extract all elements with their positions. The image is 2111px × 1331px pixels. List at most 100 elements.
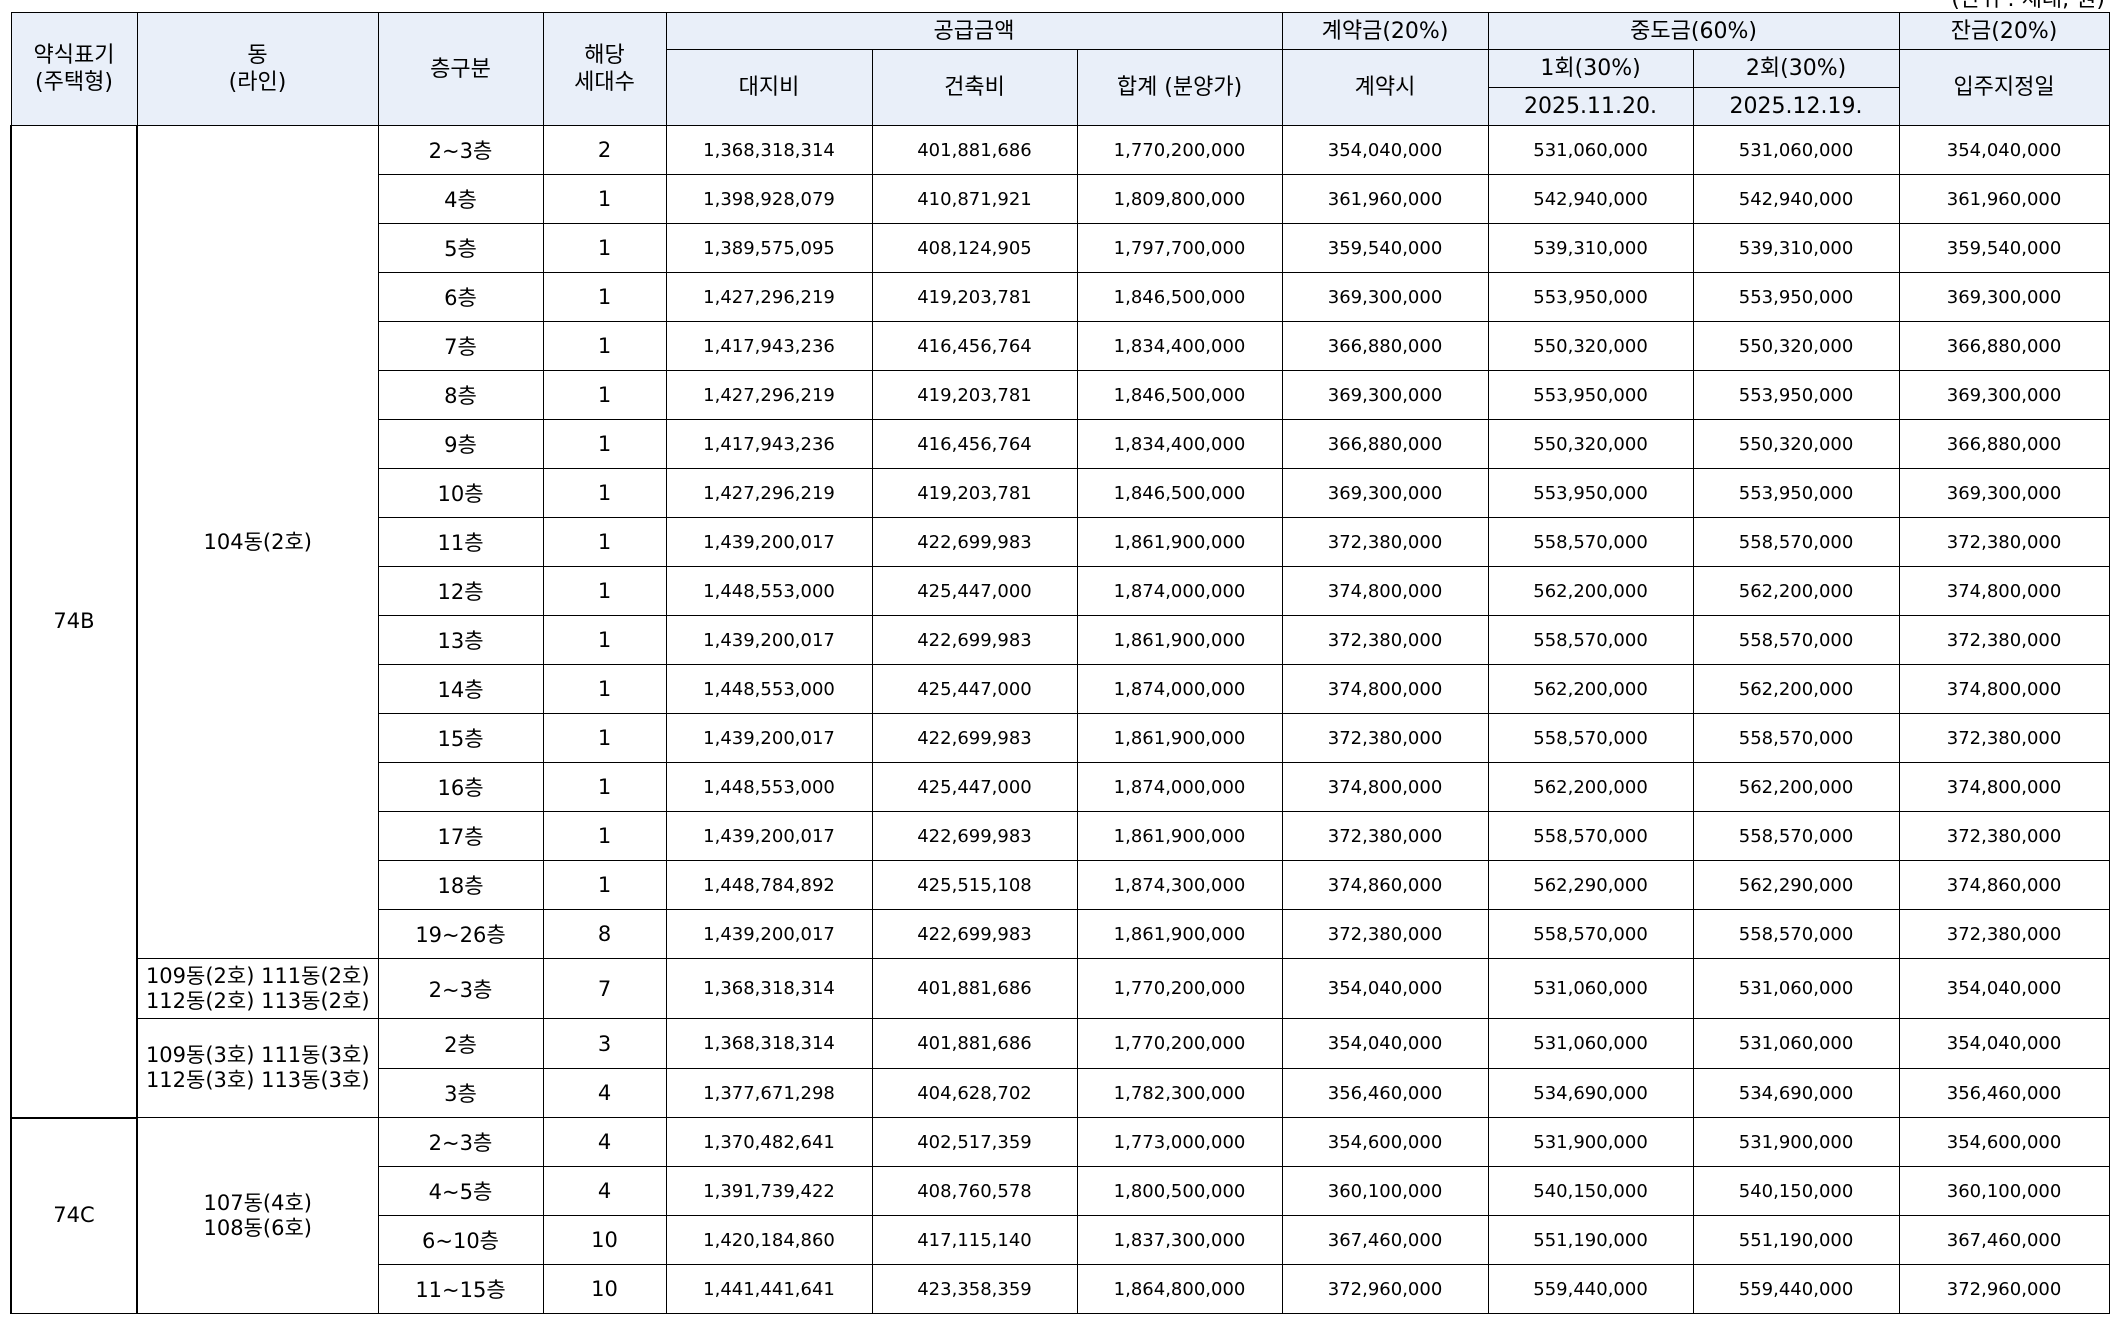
total-cell: 1,846,500,000 <box>1076 370 1283 420</box>
floor-cell: 17층 <box>377 811 544 861</box>
land-cell: 1,439,200,017 <box>665 811 873 861</box>
table-row: 74B 104동(2호) 2~3층 2 1,368,318,314 401,881,686… <box>10 125 2110 1118</box>
balance-cell: 354,040,000 <box>1898 1018 2110 1069</box>
table-row: 109동(3호) 111동(3호) 112동(3호) 113동(3호) 2층 3 1,… <box>11 1018 2110 1118</box>
header-type: 약식표기 (주택형) <box>10 12 138 126</box>
interim1-cell: 562,200,000 <box>1487 762 1694 812</box>
balance-cell: 372,380,000 <box>1898 909 2110 959</box>
interim2-cell: 542,940,000 <box>1692 174 1900 224</box>
household-count-cell: 1 <box>542 321 667 371</box>
building-cell: 422,699,983 <box>871 811 1078 861</box>
land-cell: 1,439,200,017 <box>665 517 873 567</box>
header-interim-2: 2회(30%) <box>1692 49 1900 88</box>
header-deposit-sub: 계약시 <box>1281 49 1489 126</box>
balance-cell: 372,380,000 <box>1898 811 2110 861</box>
total-cell: 1,846,500,000 <box>1076 468 1283 518</box>
interim1-cell: 542,940,000 <box>1487 174 1694 224</box>
building-cell: 419,203,781 <box>871 272 1078 322</box>
total-cell: 1,770,200,000 <box>1076 958 1283 1019</box>
floor-cell: 7층 <box>377 321 544 371</box>
household-count-cell: 1 <box>542 468 667 518</box>
household-count-cell: 4 <box>542 1166 667 1216</box>
building-cell: 425,447,000 <box>871 566 1078 616</box>
interim2-cell: 558,570,000 <box>1692 615 1900 665</box>
land-cell: 1,377,671,298 <box>665 1068 873 1118</box>
total-cell: 1,861,900,000 <box>1076 811 1283 861</box>
household-count-cell: 3 <box>542 1018 667 1069</box>
type-cell: 74C <box>10 1116 138 1314</box>
interim2-cell: 531,060,000 <box>1692 125 1900 175</box>
balance-cell: 354,600,000 <box>1898 1117 2110 1167</box>
building-cell: 417,115,140 <box>871 1215 1078 1265</box>
interim1-cell: 558,570,000 <box>1487 811 1694 861</box>
land-cell: 1,448,553,000 <box>665 664 873 714</box>
deposit-cell: 372,380,000 <box>1281 615 1489 665</box>
building-cell: 423,358,359 <box>871 1264 1078 1314</box>
land-cell: 1,427,296,219 <box>665 272 873 322</box>
total-cell: 1,861,900,000 <box>1076 517 1283 567</box>
household-count-cell: 1 <box>542 370 667 420</box>
interim2-cell: 550,320,000 <box>1692 321 1900 371</box>
floor-cell: 2~3층 <box>377 125 544 175</box>
deposit-cell: 366,880,000 <box>1281 419 1489 469</box>
deposit-cell: 354,040,000 <box>1281 125 1489 175</box>
total-cell: 1,846,500,000 <box>1076 272 1283 322</box>
table-row: 109동(2호) 111동(2호) 112동(2호) 113동(2호) 2~3층 7… <box>11 958 2110 1019</box>
total-cell: 1,834,400,000 <box>1076 419 1283 469</box>
interim1-cell: 551,190,000 <box>1487 1215 1694 1265</box>
interim1-cell: 540,150,000 <box>1487 1166 1694 1216</box>
floor-cell: 10층 <box>377 468 544 518</box>
interim1-cell: 558,570,000 <box>1487 909 1694 959</box>
building-cell: 404,628,702 <box>871 1068 1078 1118</box>
household-count-cell: 1 <box>542 174 667 224</box>
land-cell: 1,368,318,314 <box>665 1018 873 1069</box>
interim1-cell: 531,060,000 <box>1487 958 1694 1019</box>
balance-cell: 366,880,000 <box>1898 419 2110 469</box>
interim2-cell: 553,950,000 <box>1692 370 1900 420</box>
balance-cell: 369,300,000 <box>1898 468 2110 518</box>
deposit-cell: 374,860,000 <box>1281 860 1489 910</box>
building-cell: 402,517,359 <box>871 1117 1078 1167</box>
floor-cell: 2~3층 <box>377 958 544 1019</box>
household-count-cell: 1 <box>542 272 667 322</box>
deposit-cell: 359,540,000 <box>1281 223 1489 273</box>
header-building: 건축비 <box>871 49 1078 126</box>
interim2-cell: 558,570,000 <box>1692 713 1900 763</box>
household-count-cell: 1 <box>542 664 667 714</box>
household-count-cell: 1 <box>542 762 667 812</box>
total-cell: 1,770,200,000 <box>1076 125 1283 175</box>
deposit-cell: 372,380,000 <box>1281 909 1489 959</box>
household-count-cell: 10 <box>542 1264 667 1314</box>
building-cell: 408,760,578 <box>871 1166 1078 1216</box>
interim1-cell: 531,060,000 <box>1487 1018 1694 1069</box>
interim1-cell: 531,900,000 <box>1487 1117 1694 1167</box>
balance-cell: 374,860,000 <box>1898 860 2110 910</box>
header-interim-2-date: 2025.12.19. <box>1692 87 1900 126</box>
land-cell: 1,439,200,017 <box>665 615 873 665</box>
floor-cell: 2층 <box>377 1018 544 1069</box>
total-cell: 1,864,800,000 <box>1076 1264 1283 1314</box>
balance-cell: 367,460,000 <box>1898 1215 2110 1265</box>
supply-price-table: 약식표기 (주택형) 동 (라인) 층구분 해당 세대수 공급금액 계약금(20… <box>10 12 2110 1314</box>
interim2-cell: 562,200,000 <box>1692 762 1900 812</box>
balance-cell: 372,380,000 <box>1898 713 2110 763</box>
balance-cell: 359,540,000 <box>1898 223 2110 273</box>
interim2-cell: 559,440,000 <box>1692 1264 1900 1314</box>
dong-cell: 109동(2호) 111동(2호) 112동(2호) 113동(2호) <box>136 958 379 1019</box>
total-cell: 1,874,000,000 <box>1076 664 1283 714</box>
land-cell: 1,420,184,860 <box>665 1215 873 1265</box>
header-balance-sub: 입주지정일 <box>1898 49 2110 126</box>
floor-cell: 15층 <box>377 713 544 763</box>
interim2-cell: 540,150,000 <box>1692 1166 1900 1216</box>
building-cell: 425,447,000 <box>871 762 1078 812</box>
land-cell: 1,391,739,422 <box>665 1166 873 1216</box>
floor-cell: 6~10층 <box>377 1215 544 1265</box>
household-count-cell: 1 <box>542 713 667 763</box>
deposit-cell: 360,100,000 <box>1281 1166 1489 1216</box>
interim2-cell: 553,950,000 <box>1692 468 1900 518</box>
floor-cell: 3층 <box>377 1068 544 1118</box>
interim1-cell: 562,290,000 <box>1487 860 1694 910</box>
balance-cell: 374,800,000 <box>1898 664 2110 714</box>
interim1-cell: 553,950,000 <box>1487 370 1694 420</box>
total-cell: 1,782,300,000 <box>1076 1068 1283 1118</box>
